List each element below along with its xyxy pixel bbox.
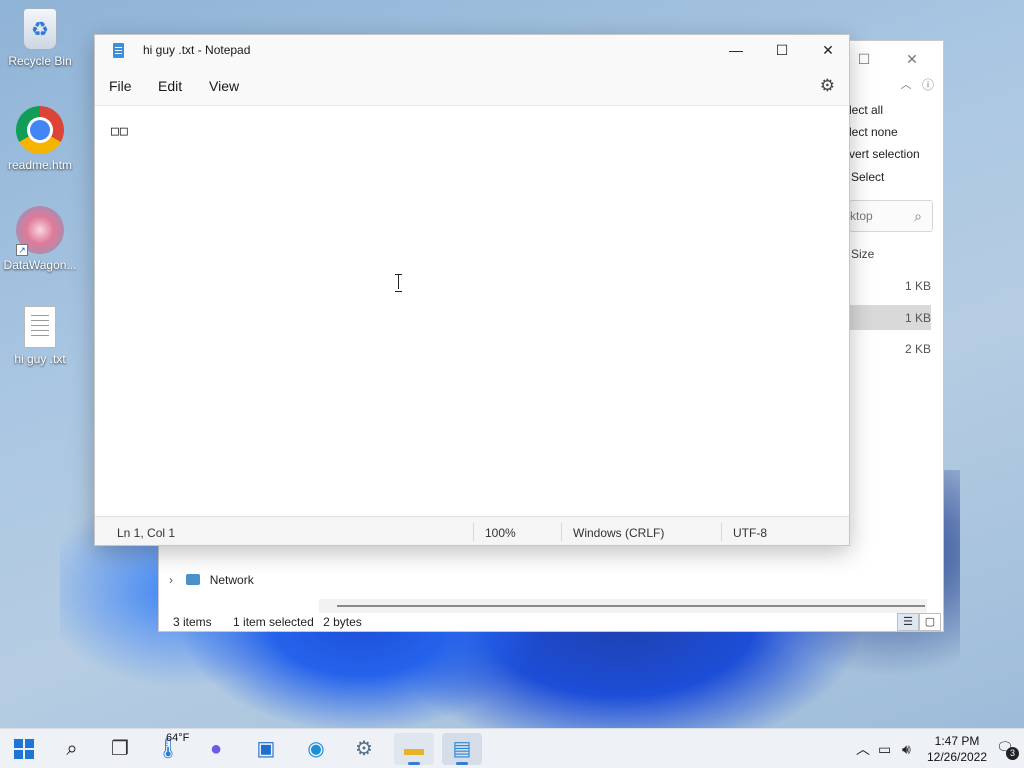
windows-logo-icon <box>14 739 34 759</box>
network-icon <box>186 574 201 585</box>
zoom-level: 100% <box>485 526 516 540</box>
window-title: hi guy .txt - Notepad <box>143 43 251 57</box>
network-status-icon[interactable]: ▭ <box>878 729 891 768</box>
datawagon-icon: ↗ <box>16 206 64 256</box>
edge-button[interactable]: ◉ <box>296 733 336 765</box>
encoding: UTF-8 <box>733 526 767 540</box>
column-header-size[interactable]: Size <box>851 247 874 261</box>
status-divider <box>473 523 474 541</box>
store-button[interactable]: ▣ <box>246 733 286 765</box>
desktop-icon-readme[interactable]: readme.htm <box>2 106 78 172</box>
recycle-bin-icon <box>23 8 57 50</box>
notifications-button[interactable]: 🗨︎ 3 <box>996 739 1019 760</box>
notepad-app-icon <box>113 43 124 58</box>
date: 12/26/2022 <box>926 750 988 764</box>
store-icon: ▣ <box>256 738 276 760</box>
gear-icon: ⚙ <box>355 738 373 760</box>
explorer-right-panel: ☐ ✕ ︿ ⓘ lect all lect none vert selectio… <box>849 41 945 631</box>
editor-content[interactable]: □□ <box>111 124 129 139</box>
folder-icon: ▬ <box>404 738 424 760</box>
maximize-button[interactable]: ☐ <box>849 47 879 71</box>
item-count: 3 items <box>173 615 212 629</box>
maximize-button[interactable]: ☐ <box>759 35 805 65</box>
nav-item-network[interactable]: › Network <box>169 573 254 587</box>
search-icon: ⌕ <box>66 738 78 760</box>
volume-icon[interactable]: 🔊︎ <box>902 729 911 768</box>
horizontal-scrollbar[interactable] <box>319 599 927 613</box>
menu-file[interactable]: File <box>109 78 132 94</box>
explorer-status-bar: 3 items 1 item selected 2 bytes <box>173 615 380 629</box>
taskbar: ⌕ ❐ 🌡 64°F ● ▣ ◉ ⚙ ▬ ▤ ︿ ▭ 🔊︎ 1:47 PM 12… <box>0 728 1024 768</box>
desktop-icon-label: Recycle Bin <box>8 54 72 68</box>
help-icon[interactable]: ⓘ <box>913 73 943 97</box>
file-size: 1 KB <box>904 311 931 325</box>
status-bar: Ln 1, Col 1 100% Windows (CRLF) UTF-8 <box>95 516 849 545</box>
select-none-menu-item[interactable]: lect none <box>849 125 898 139</box>
desktop-icon-label: readme.htm <box>7 158 73 172</box>
show-hidden-icons-chevron-icon[interactable]: ︿ <box>856 729 870 768</box>
chat-button[interactable]: ● <box>196 733 236 765</box>
temperature: 64°F <box>166 732 190 744</box>
search-icon: ⌕ <box>914 208 922 224</box>
file-size: 2 KB <box>904 342 931 356</box>
thumbnails-view-button[interactable]: ▢ <box>919 613 941 631</box>
line-ending: Windows (CRLF) <box>573 526 665 540</box>
edge-icon: ◉ <box>307 738 325 760</box>
cursor-position: Ln 1, Col 1 <box>117 526 176 540</box>
desktop-icon-hi-guy-txt[interactable]: hi guy .txt <box>2 306 78 366</box>
close-button[interactable]: ✕ <box>805 35 851 65</box>
text-editor[interactable]: □□ <box>95 105 849 515</box>
chat-icon: ● <box>209 738 223 760</box>
notepad-icon: ▤ <box>452 738 472 760</box>
clock[interactable]: 1:47 PM 12/26/2022 <box>924 733 990 765</box>
shortcut-arrow-icon: ↗ <box>16 244 28 256</box>
title-bar[interactable]: hi guy .txt - Notepad — ☐ ✕ <box>95 35 849 65</box>
nav-item-label: Network <box>209 573 254 587</box>
chrome-icon <box>16 106 64 154</box>
desktop-icon-recycle-bin[interactable]: Recycle Bin <box>2 8 78 68</box>
settings-button[interactable]: ⚙ <box>344 733 384 765</box>
search-button[interactable]: ⌕ <box>52 733 92 765</box>
file-size: 1 KB <box>904 279 931 293</box>
chevron-right-icon[interactable]: › <box>169 573 173 587</box>
menu-view[interactable]: View <box>209 78 239 94</box>
search-placeholder: ktop <box>850 209 873 223</box>
notepad-taskbar-button[interactable]: ▤ <box>442 733 482 765</box>
task-view-icon: ❐ <box>111 738 129 760</box>
file-explorer-button[interactable]: ▬ <box>394 733 434 765</box>
close-button[interactable]: ✕ <box>897 47 927 71</box>
text-cursor-icon <box>395 274 403 292</box>
status-divider <box>721 523 722 541</box>
menu-edit[interactable]: Edit <box>158 78 182 94</box>
gear-icon[interactable]: ⚙ <box>820 76 835 96</box>
task-view-button[interactable]: ❐ <box>100 733 140 765</box>
menu-bar: File Edit View ⚙ <box>95 73 849 101</box>
desktop-icon-label: DataWagon... <box>3 258 77 272</box>
invert-selection-menu-item[interactable]: vert selection <box>849 147 920 161</box>
status-divider <box>561 523 562 541</box>
start-button[interactable] <box>4 733 44 765</box>
minimize-button[interactable]: — <box>713 35 759 65</box>
notification-badge: 3 <box>1006 747 1019 760</box>
desktop-icon-datawagon[interactable]: ↗ DataWagon... <box>2 206 78 272</box>
text-file-icon <box>24 306 56 348</box>
selection-count: 1 item selected <box>233 615 314 629</box>
search-input[interactable]: ktop ⌕ <box>849 200 933 232</box>
select-all-menu-item[interactable]: lect all <box>849 103 883 117</box>
notepad-window[interactable]: hi guy .txt - Notepad — ☐ ✕ File Edit Vi… <box>94 34 850 546</box>
time: 1:47 PM <box>934 734 980 748</box>
select-group-label: Select <box>851 170 885 184</box>
desktop-icon-label: hi guy .txt <box>14 352 66 366</box>
details-view-button[interactable]: ☰ <box>897 613 919 631</box>
selection-size: 2 bytes <box>323 615 362 629</box>
